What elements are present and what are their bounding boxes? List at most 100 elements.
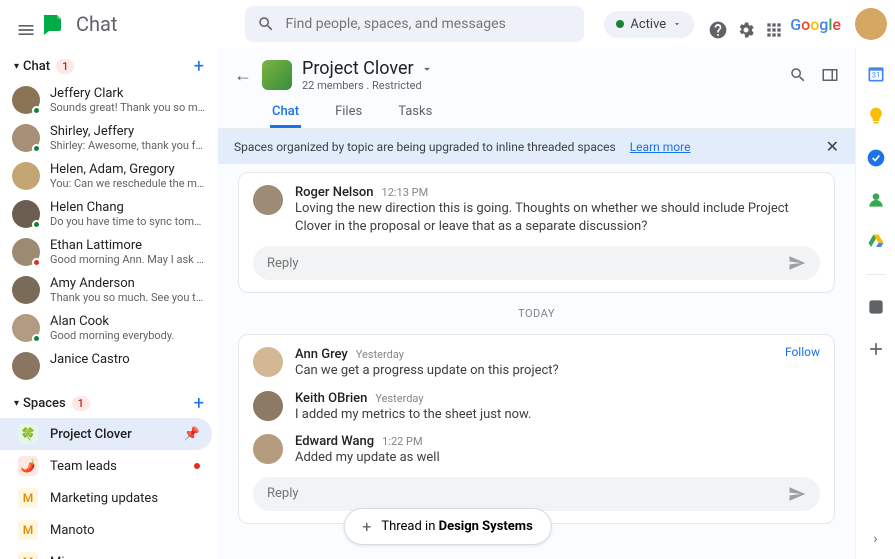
pin-icon[interactable]: 📌	[184, 427, 200, 442]
app-title: Chat	[76, 12, 117, 36]
send-icon[interactable]	[788, 485, 806, 503]
space-title: Project Clover	[302, 58, 414, 79]
space-item[interactable]: M Miso	[0, 546, 212, 559]
conversation-name: Ethan Lattimore	[50, 238, 206, 253]
avatar	[12, 276, 40, 304]
conversation-preview: Good morning Ann. May I ask a question?	[50, 253, 206, 266]
message-author: Keith OBrien	[295, 391, 367, 406]
conversation-item[interactable]: Ethan LattimoreGood morning Ann. May I a…	[0, 233, 218, 271]
svg-text:31: 31	[871, 70, 879, 79]
message-time: Yesterday	[375, 392, 423, 405]
apps-grid-icon[interactable]	[758, 14, 778, 34]
space-name: Miso	[50, 555, 79, 559]
account-avatar[interactable]	[855, 8, 887, 40]
space-header: ← Project Clover 22 members . Restricted	[218, 48, 855, 92]
space-icon: M	[18, 552, 38, 559]
follow-button[interactable]: Follow	[785, 345, 820, 359]
chevron-down-icon[interactable]	[420, 62, 434, 76]
status-selector[interactable]: Active	[604, 11, 694, 38]
new-chat-button[interactable]: +	[194, 56, 204, 77]
search-icon	[257, 15, 275, 33]
spaces-section-header[interactable]: ▾ Spaces 1 +	[0, 389, 218, 418]
space-icon: M	[18, 488, 38, 508]
conversation-name: Shirley, Jeffery	[50, 124, 206, 139]
thread-chip[interactable]: + Thread in Design Systems	[343, 508, 552, 545]
add-addon-icon[interactable]	[866, 339, 886, 359]
collapse-sidebar-icon[interactable]: ›	[873, 531, 877, 547]
avatar	[253, 347, 283, 377]
conversation-name: Alan Cook	[50, 314, 206, 329]
presence-dot-icon	[32, 334, 41, 343]
panel-toggle-icon[interactable]	[821, 66, 839, 84]
avatar	[12, 352, 40, 380]
search-input[interactable]	[285, 16, 572, 32]
divider	[866, 274, 886, 275]
presence-dot-icon	[32, 106, 41, 115]
search-bar[interactable]	[245, 6, 584, 42]
conversation-preview: Good morning everybody.	[50, 329, 206, 342]
tasks-icon[interactable]	[866, 148, 886, 168]
message: Roger Nelson12:13 PM Loving the new dire…	[253, 185, 820, 236]
space-item[interactable]: M Marketing updates	[0, 482, 212, 514]
avatar	[253, 434, 283, 464]
tab-tasks[interactable]: Tasks	[396, 98, 434, 128]
conversation-preview: Do you have time to sync tomorrow mori…	[50, 215, 206, 228]
send-icon[interactable]	[788, 254, 806, 272]
reply-input[interactable]	[253, 246, 820, 280]
contacts-icon[interactable]	[866, 190, 886, 210]
message: Keith OBrienYesterdayI added my metrics …	[253, 391, 820, 424]
right-sidebar: 31 ›	[855, 48, 895, 559]
space-item[interactable]: MManoto	[0, 514, 212, 546]
keep-icon[interactable]	[866, 106, 886, 126]
spaces-section-label: Spaces	[23, 396, 66, 411]
conversation-preview: You: Can we reschedule the meeting for…	[50, 177, 206, 190]
chat-section-header[interactable]: ▾ Chat 1 +	[0, 52, 218, 81]
settings-icon[interactable]	[730, 14, 750, 34]
calendar-icon[interactable]: 31	[866, 64, 886, 84]
conversation-name: Amy Anderson	[50, 276, 206, 291]
hamburger-icon[interactable]	[8, 12, 32, 36]
conversation-item[interactable]: Alan CookGood morning everybody.	[0, 309, 218, 347]
tab-chat[interactable]: Chat	[270, 98, 301, 128]
conversation-item[interactable]: Helen, Adam, GregoryYou: Can we reschedu…	[0, 157, 218, 195]
reply-field[interactable]	[267, 486, 788, 501]
conversation-item[interactable]: Janice Castro	[0, 347, 218, 385]
back-arrow-icon[interactable]: ←	[234, 65, 252, 86]
conversation-item[interactable]: Helen ChangDo you have time to sync tomo…	[0, 195, 218, 233]
space-name: Manoto	[50, 523, 95, 538]
chat-badge: 1	[56, 59, 74, 74]
reply-field[interactable]	[267, 256, 788, 271]
reply-input[interactable]	[253, 477, 820, 511]
conversation-item[interactable]: Jeffery ClarkSounds great! Thank you so …	[0, 81, 218, 119]
conversation-item[interactable]: Amy AndersonThank you so much. See you t…	[0, 271, 218, 309]
conversation-name: Jeffery Clark	[50, 86, 206, 101]
avatar	[12, 124, 40, 152]
message-time: 1:22 PM	[382, 435, 422, 448]
message-author: Roger Nelson	[295, 185, 374, 200]
message-time: 12:13 PM	[382, 186, 429, 199]
conversation-item[interactable]: Shirley, JefferyShirley: Awesome, thank …	[0, 119, 218, 157]
addon-icon[interactable]	[866, 297, 886, 317]
left-sidebar: ▾ Chat 1 + Jeffery ClarkSounds great! Th…	[0, 48, 218, 559]
space-item[interactable]: 🌶️Team leads	[0, 450, 212, 482]
chat-section-label: Chat	[23, 59, 50, 74]
thread-card: Roger Nelson12:13 PM Loving the new dire…	[238, 172, 835, 293]
space-item[interactable]: 🍀Project Clover📌	[0, 418, 212, 450]
space-name: Marketing updates	[50, 491, 158, 506]
avatar	[12, 86, 40, 114]
help-icon[interactable]	[702, 14, 722, 34]
banner-close-icon[interactable]: ✕	[826, 137, 839, 156]
drive-icon[interactable]	[866, 232, 886, 252]
space-subtitle: 22 members . Restricted	[302, 79, 434, 92]
presence-dot-icon	[32, 144, 41, 153]
search-in-space-icon[interactable]	[789, 66, 807, 84]
avatar	[12, 162, 40, 190]
new-space-button[interactable]: +	[194, 393, 204, 414]
presence-dot-icon	[32, 220, 41, 229]
thread-chip-prefix: Thread in	[381, 519, 438, 534]
space-icon: 🌶️	[18, 456, 38, 476]
message: Ann GreyYesterdayCan we get a progress u…	[253, 347, 820, 380]
avatar	[12, 314, 40, 342]
tab-files[interactable]: Files	[333, 98, 364, 128]
banner-learn-more-link[interactable]: Learn more	[630, 140, 691, 154]
